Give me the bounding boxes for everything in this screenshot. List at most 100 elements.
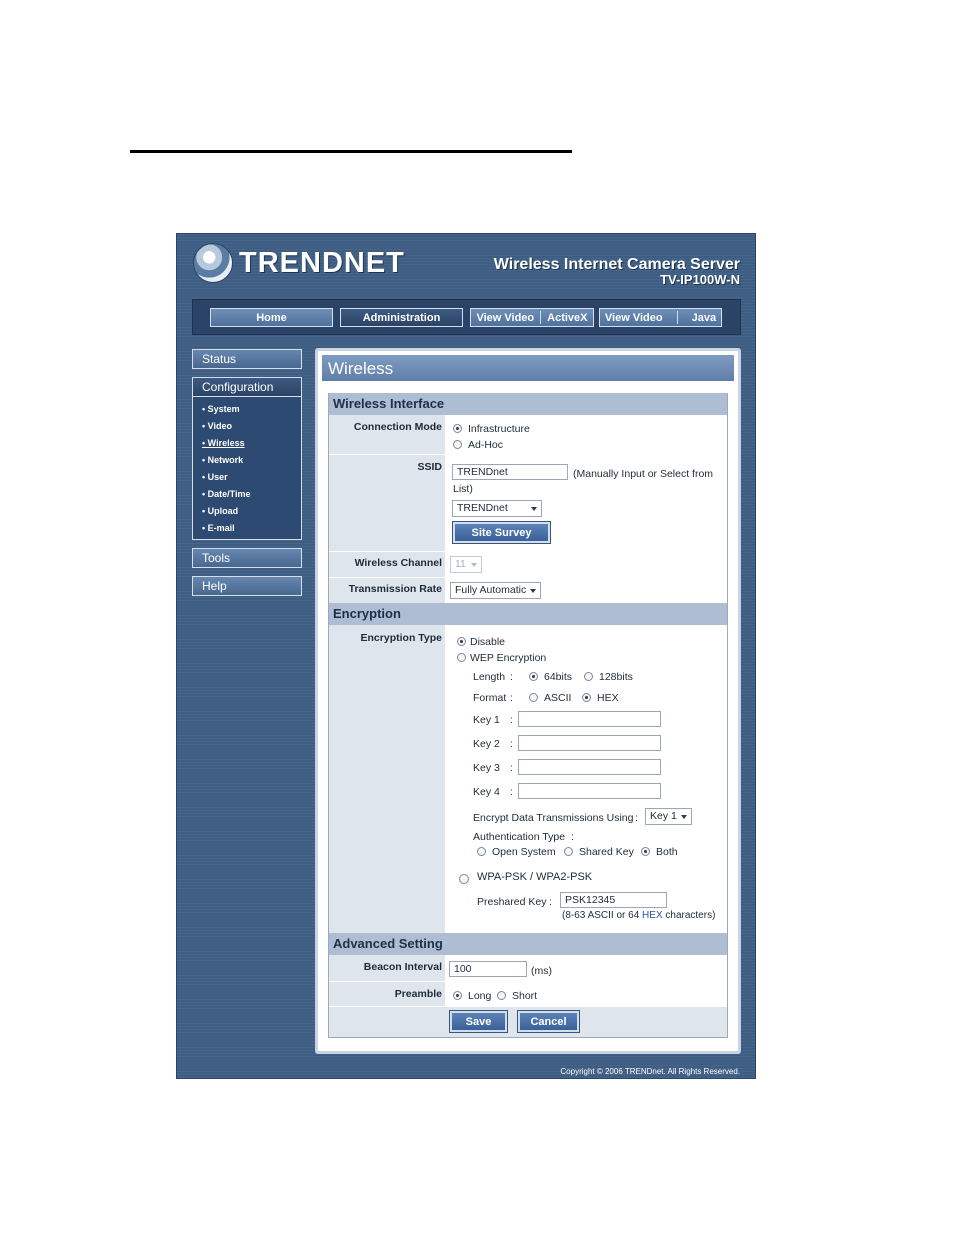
length-128-label: 128bits <box>599 671 633 683</box>
key1-label: Key 1 <box>473 714 500 726</box>
format-label: Format <box>473 692 507 704</box>
encrypt-key-value: Key 1 <box>650 810 677 822</box>
channel-value: 11 <box>455 558 466 570</box>
sidebar-tools[interactable]: Tools <box>192 548 302 568</box>
auth-shared-label: Shared Key <box>579 846 634 858</box>
wireless-channel-select[interactable]: 11 <box>450 556 482 573</box>
ssid-select-value: TRENDnet <box>457 502 508 514</box>
wep-label: WEP Encryption <box>470 652 547 664</box>
ssid-hint: (Manually Input or Select from <box>573 468 714 480</box>
cancel-button[interactable]: Cancel <box>517 1010 580 1033</box>
wep-radio[interactable] <box>457 653 466 662</box>
beacon-interval-input[interactable]: 100 <box>449 961 527 977</box>
sidebar-configuration[interactable]: Configuration <box>192 377 302 397</box>
nav-view-video-activex-button[interactable]: View Video <box>476 312 534 324</box>
auth-open-radio[interactable] <box>477 847 486 856</box>
sidebar-status[interactable]: Status <box>192 349 302 369</box>
length-64-radio[interactable] <box>529 672 538 681</box>
logo-text: TRENDNET <box>239 246 405 279</box>
ssid-hint-cont: List) <box>453 483 473 495</box>
ssid-input[interactable]: TRENDnet <box>452 464 568 480</box>
key2-input[interactable] <box>518 735 661 751</box>
save-button[interactable]: Save <box>449 1010 508 1033</box>
encrypt-using-colon: : <box>635 812 638 824</box>
ssid-select[interactable]: TRENDnet <box>452 500 542 517</box>
key4-input[interactable] <box>518 783 661 799</box>
preshared-key-label: Preshared Key <box>477 896 547 908</box>
key4-label: Key 4 <box>473 786 500 798</box>
format-ascii-label: ASCII <box>544 692 572 704</box>
page-rule <box>130 150 572 153</box>
key3-input[interactable] <box>518 759 661 775</box>
nav-view-video-java-group: View Video Java <box>599 308 722 327</box>
disable-label: Disable <box>470 636 506 648</box>
section-advanced-setting: Advanced Setting <box>329 933 727 955</box>
sidebar-item-user[interactable]: • User <box>202 472 228 482</box>
length-128-radio[interactable] <box>584 672 593 681</box>
key1-colon: : <box>510 714 513 726</box>
nav-administration-button[interactable]: Administration <box>340 308 463 327</box>
sidebar-item-system[interactable]: • System <box>202 404 240 414</box>
adhoc-label: Ad-Hoc <box>468 439 504 451</box>
key3-colon: : <box>510 762 513 774</box>
length-label: Length <box>473 671 506 683</box>
chevron-down-icon <box>471 563 477 567</box>
infrastructure-radio[interactable] <box>453 424 462 433</box>
auth-type-colon: : <box>571 831 574 843</box>
sidebar-help[interactable]: Help <box>192 576 302 596</box>
rate-value: Fully Automatic <box>455 584 527 596</box>
ssid-label: SSID <box>417 461 442 473</box>
copyright-footer: Copyright © 2006 TRENDnet. All Rights Re… <box>560 1067 740 1076</box>
disable-radio[interactable] <box>457 637 466 646</box>
nav-activex-button[interactable]: ActiveX <box>547 312 587 324</box>
connection-mode-label: Connection Mode <box>353 421 442 433</box>
sidebar-item-wireless[interactable]: • Wireless <box>202 438 245 448</box>
site-survey-button[interactable]: Site Survey <box>452 521 551 544</box>
nav-home-button[interactable]: Home <box>210 308 333 327</box>
nav-view-video-java-button[interactable]: View Video <box>605 312 663 324</box>
transmission-rate-label: Transmission Rate <box>348 583 442 595</box>
preamble-label: Preamble <box>394 988 442 1000</box>
key3-label: Key 3 <box>473 762 500 774</box>
preshared-key-input[interactable]: PSK12345 <box>560 892 667 908</box>
length-colon: : <box>510 671 513 683</box>
preamble-short-radio[interactable] <box>497 991 506 1000</box>
auth-open-label: Open System <box>492 846 556 858</box>
row-divider <box>329 454 727 455</box>
encrypt-key-select[interactable]: Key 1 <box>645 808 692 825</box>
sidebar-item-video[interactable]: • Video <box>202 421 232 431</box>
key1-input[interactable] <box>518 711 661 727</box>
hint-text: (8-63 ASCII or 64 <box>562 910 643 921</box>
label-column-bg <box>329 625 445 933</box>
nav-separator <box>540 311 542 324</box>
key2-colon: : <box>510 738 513 750</box>
sidebar-item-datetime[interactable]: • Date/Time <box>202 489 251 499</box>
chevron-down-icon <box>681 815 687 819</box>
transmission-rate-select[interactable]: Fully Automatic <box>450 582 541 599</box>
preamble-long-radio[interactable] <box>453 991 462 1000</box>
auth-shared-radio[interactable] <box>564 847 573 856</box>
sidebar-item-upload[interactable]: • Upload <box>202 506 238 516</box>
preshared-key-colon: : <box>549 896 552 908</box>
wpa-radio[interactable] <box>459 874 469 884</box>
length-64-label: 64bits <box>544 671 573 683</box>
preshared-key-hint: (8-63 ASCII or 64 HEX characters) <box>562 910 715 921</box>
nav-java-button[interactable]: Java <box>692 312 716 324</box>
format-ascii-radio[interactable] <box>529 693 538 702</box>
label-column-bg <box>329 415 445 603</box>
sidebar-item-email[interactable]: • E-mail <box>202 523 235 533</box>
row-divider <box>329 577 727 578</box>
format-hex-radio[interactable] <box>582 693 591 702</box>
page-title: Wireless <box>322 355 734 381</box>
key4-colon: : <box>510 786 513 798</box>
product-model: TV-IP100W-N <box>660 272 740 287</box>
trendnet-logo-icon <box>193 243 233 283</box>
row-divider <box>329 1006 727 1007</box>
trendnet-logo: TRENDNET <box>193 243 405 283</box>
adhoc-radio[interactable] <box>453 440 462 449</box>
encryption-type-label: Encryption Type <box>360 632 442 644</box>
sidebar-item-network[interactable]: • Network <box>202 455 243 465</box>
auth-both-radio[interactable] <box>641 847 650 856</box>
hint-hex: HEX <box>642 910 663 921</box>
hint-text: characters) <box>662 910 716 921</box>
